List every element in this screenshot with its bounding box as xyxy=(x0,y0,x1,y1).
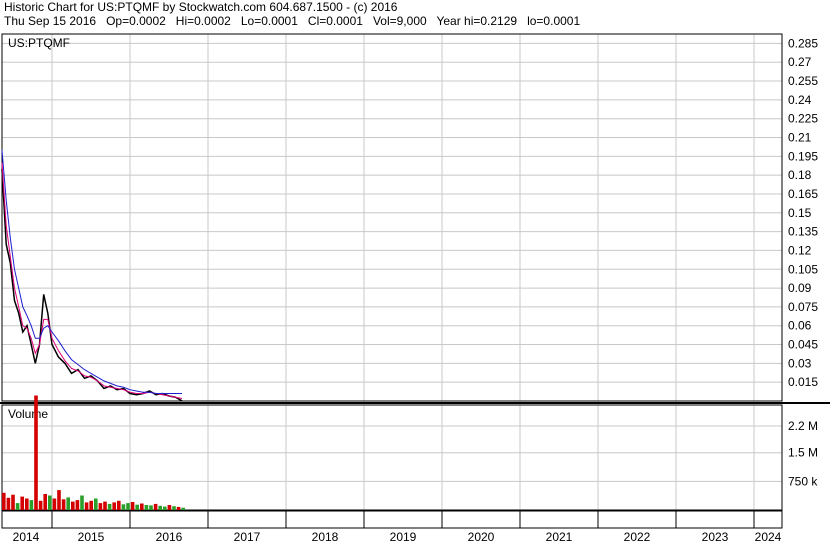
volume-bar xyxy=(163,506,167,510)
xaxis-frame xyxy=(1,510,783,529)
price-close-line xyxy=(1,168,183,402)
price-tick-label: 0.045 xyxy=(788,338,818,352)
volume-bar xyxy=(52,498,57,510)
stock-chart: 0.285 0.27 0.255 0.24 0.225 0.21 0.195 0.18 0.16… xyxy=(0,33,830,543)
year-label: 2023 xyxy=(702,530,729,543)
volume-bar xyxy=(57,490,61,510)
price-tick-label: 0.09 xyxy=(788,281,812,295)
volume-bar xyxy=(15,503,20,510)
price-tick-label: 0.195 xyxy=(788,149,818,163)
volume-bar xyxy=(84,502,89,510)
volume-bar xyxy=(61,499,66,510)
volume-bar xyxy=(117,500,121,510)
volume-bar xyxy=(2,492,6,510)
volume-bar xyxy=(158,505,162,510)
volume-bar xyxy=(48,495,52,510)
quote-summary: Thu Sep 15 2016 Op=0.0002 Hi=0.0002 Lo=0… xyxy=(4,14,581,28)
price-tick-label: 0.27 xyxy=(788,55,812,69)
price-tick-label: 0.12 xyxy=(788,243,812,257)
volume-bar xyxy=(126,503,130,510)
volume-bar xyxy=(89,500,93,510)
volume-bar xyxy=(112,502,116,510)
volume-tick-label: 2.2 M xyxy=(788,419,818,433)
volume-bar xyxy=(130,502,135,510)
price-tick-label: 0.285 xyxy=(788,36,818,50)
year-label: 2018 xyxy=(312,530,339,543)
volume-bar xyxy=(98,503,103,510)
year-label: 2017 xyxy=(234,530,261,543)
year-label: 2024 xyxy=(755,530,782,543)
volume-bar xyxy=(107,503,112,510)
volume-bar xyxy=(121,504,126,510)
volume-bar xyxy=(176,506,181,510)
volume-bar xyxy=(149,505,153,510)
price-tick-label: 0.15 xyxy=(788,206,812,220)
volume-bar xyxy=(80,495,84,510)
volume-bar xyxy=(167,505,172,510)
volume-bar xyxy=(66,497,70,510)
chart-title: Historic Chart for US:PTQMF by Stockwatc… xyxy=(4,0,398,14)
moving-average-long-line xyxy=(1,150,182,394)
volume-panel-frame xyxy=(1,404,783,511)
price-tick-label: 0.18 xyxy=(788,168,812,182)
volume-bar xyxy=(140,503,144,510)
volume-bar xyxy=(71,501,75,510)
volume-tick-label: 750 k xyxy=(788,474,818,488)
volume-bar xyxy=(11,494,15,510)
volume-label: Volume xyxy=(8,407,48,421)
price-tick-label: 0.165 xyxy=(788,187,818,201)
volume-bar xyxy=(172,506,176,510)
price-tick-label: 0.06 xyxy=(788,319,812,333)
volume-bar xyxy=(135,504,139,510)
chart-header: Historic Chart for US:PTQMF by Stockwatc… xyxy=(4,0,580,28)
price-tick-label: 0.255 xyxy=(788,74,818,88)
symbol-label: US:PTQMF xyxy=(8,36,70,50)
year-label: 2021 xyxy=(546,530,573,543)
volume-bar xyxy=(34,395,38,510)
price-panel-frame xyxy=(1,33,783,402)
volume-bar xyxy=(103,501,107,510)
year-label: 2020 xyxy=(468,530,495,543)
year-label: 2015 xyxy=(78,530,105,543)
volume-bar xyxy=(43,494,47,510)
volume-bar xyxy=(181,507,185,510)
year-label: 2019 xyxy=(390,530,417,543)
price-tick-label: 0.03 xyxy=(788,356,812,370)
year-label: 2016 xyxy=(156,530,183,543)
volume-bar xyxy=(75,500,80,510)
volume-bar xyxy=(153,503,158,510)
year-label: 2022 xyxy=(624,530,651,543)
price-tick-label: 0.105 xyxy=(788,262,818,276)
volume-tick-label: 1.5 M xyxy=(788,446,818,460)
price-tick-label: 0.075 xyxy=(788,300,818,314)
volume-bar xyxy=(38,500,43,510)
volume-bar xyxy=(6,497,11,510)
volume-bar xyxy=(144,505,149,510)
price-tick-label: 0.135 xyxy=(788,225,818,239)
price-tick-label: 0.24 xyxy=(788,93,812,107)
volume-bar xyxy=(94,498,98,510)
year-label: 2014 xyxy=(13,530,40,543)
volume-bar xyxy=(20,496,24,510)
price-tick-label: 0.225 xyxy=(788,112,818,126)
volume-bar xyxy=(29,500,34,510)
price-tick-label: 0.21 xyxy=(788,131,812,145)
price-tick-label: 0.015 xyxy=(788,375,818,389)
volume-bar xyxy=(25,498,29,510)
